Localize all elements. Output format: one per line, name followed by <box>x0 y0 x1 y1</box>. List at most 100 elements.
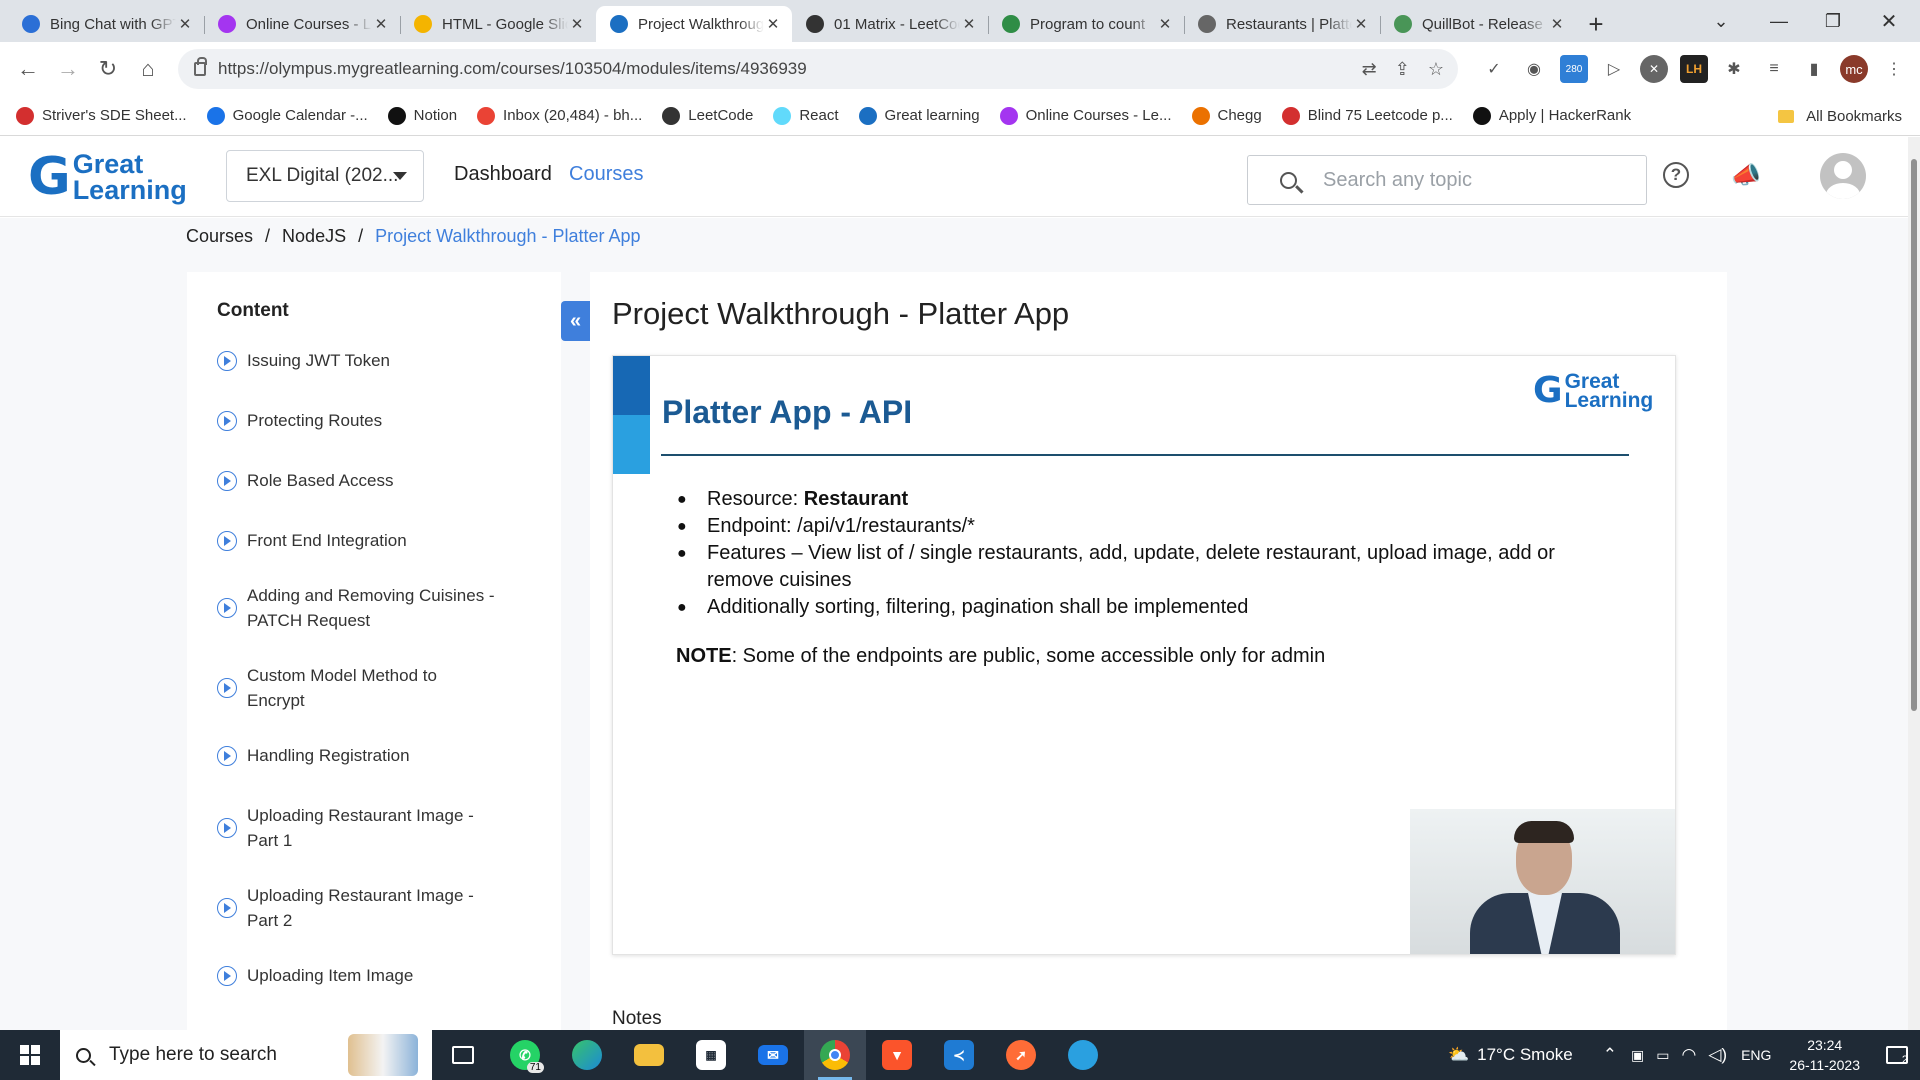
wifi-icon[interactable]: ◠ <box>1681 1045 1696 1065</box>
whatsapp-app[interactable]: ✆ 71 <box>494 1030 556 1080</box>
translate-icon[interactable]: ⇄ <box>1362 59 1377 80</box>
new-tab-button[interactable]: + <box>1576 6 1616 42</box>
close-tab-icon[interactable]: ✕ <box>1156 15 1174 33</box>
topic-search-input[interactable]: Search any topic <box>1247 155 1647 205</box>
address-bar[interactable]: https://olympus.mygreatlearning.com/cour… <box>178 49 1458 89</box>
content-list-item[interactable]: Uploading Item Image <box>217 963 537 988</box>
nav-dashboard[interactable]: Dashboard <box>454 163 552 186</box>
taskbar-search-input[interactable]: Type here to search <box>60 1030 432 1080</box>
weather-icon[interactable]: ⛅ <box>1448 1045 1469 1065</box>
edge-app[interactable] <box>556 1030 618 1080</box>
postman-app[interactable]: ➚ <box>990 1030 1052 1080</box>
close-tab-icon[interactable]: ✕ <box>1352 15 1370 33</box>
close-tab-icon[interactable]: ✕ <box>764 15 782 33</box>
close-window-button[interactable]: ✕ <box>1866 0 1912 42</box>
reload-icon[interactable]: ↻ <box>88 49 128 89</box>
browser-tab[interactable]: Online Courses - Learn✕ <box>204 6 400 42</box>
close-tab-icon[interactable]: ✕ <box>372 15 390 33</box>
counter-extension-icon[interactable]: 280 <box>1560 55 1588 83</box>
announcement-megaphone-icon[interactable]: 📣 <box>1730 159 1762 191</box>
browser-tab[interactable]: HTML - Google Slides✕ <box>400 6 596 42</box>
tab-search-icon[interactable]: ⌄ <box>1698 0 1744 42</box>
bookmark-item[interactable]: Inbox (20,484) - bh... <box>477 106 642 125</box>
chevron-up-icon[interactable]: ⌃ <box>1603 1045 1617 1065</box>
bookmark-item[interactable]: Online Courses - Le... <box>999 106 1172 125</box>
close-tab-icon[interactable]: ✕ <box>568 15 586 33</box>
task-view-button[interactable] <box>432 1030 494 1080</box>
bookmark-item[interactable]: Blind 75 Leetcode p... <box>1281 106 1453 125</box>
content-list-item[interactable]: Adding and Removing Cuisines - PATCH Req… <box>217 583 537 633</box>
extensions-puzzle-icon[interactable]: ✱ <box>1720 55 1748 83</box>
browser-tab[interactable]: QuillBot - Release ✕ <box>1380 6 1576 42</box>
reading-list-icon[interactable]: ≡ <box>1760 55 1788 83</box>
weather-text[interactable]: 17°C Smoke <box>1477 1045 1573 1065</box>
browser-tab[interactable]: 01 Matrix - LeetCode✕ <box>792 6 988 42</box>
bookmark-item[interactable]: Notion <box>387 106 457 125</box>
bookmark-item[interactable]: LeetCode <box>662 106 753 125</box>
content-list-item[interactable]: Issuing JWT Token <box>217 348 537 373</box>
start-button[interactable] <box>0 1030 60 1080</box>
menu-kebab-icon[interactable]: ⋮ <box>1880 55 1908 83</box>
scrollbar-thumb[interactable] <box>1911 159 1917 711</box>
content-list-item[interactable]: Handling Registration <box>217 743 537 768</box>
camera-extension-icon[interactable]: ◉ <box>1520 55 1548 83</box>
language-indicator[interactable]: ENG <box>1741 1047 1771 1063</box>
content-list-item[interactable]: Uploading Restaurant Image - Part 2 <box>217 883 537 933</box>
breadcrumb-courses[interactable]: Courses <box>186 226 253 247</box>
volume-icon[interactable]: ◁) <box>1708 1045 1727 1065</box>
bookmark-item[interactable]: Google Calendar -... <box>206 106 368 125</box>
great-learning-logo[interactable]: G Great Learning <box>28 149 187 205</box>
home-icon[interactable]: ⌂ <box>128 49 168 89</box>
play-extension-icon[interactable]: ▷ <box>1600 55 1628 83</box>
share-icon[interactable]: ⇪ <box>1395 59 1410 80</box>
collapse-sidebar-button[interactable]: « <box>561 301 590 341</box>
bookmark-item[interactable]: Apply | HackerRank <box>1472 106 1631 125</box>
url-text[interactable]: https://olympus.mygreatlearning.com/cour… <box>218 59 807 79</box>
chrome-app[interactable] <box>804 1030 866 1080</box>
nav-courses[interactable]: Courses <box>569 163 643 186</box>
clock[interactable]: 23:24 26-11-2023 <box>1789 1035 1860 1075</box>
bookmark-star-icon[interactable]: ☆ <box>1428 59 1444 80</box>
close-tab-icon[interactable]: ✕ <box>1548 15 1566 33</box>
meet-icon[interactable]: ▣ <box>1631 1047 1644 1064</box>
bookmark-item[interactable]: Striver's SDE Sheet... <box>16 106 187 125</box>
bookmark-item[interactable]: React <box>773 106 839 125</box>
cohort-dropdown[interactable]: EXL Digital (202... <box>226 150 424 202</box>
help-icon[interactable]: ? <box>1663 162 1689 188</box>
bookmark-item[interactable]: Great learning <box>858 106 980 125</box>
browser-tab[interactable]: Project Walkthrough ✕ <box>596 6 792 42</box>
profile-avatar[interactable]: mc <box>1840 55 1868 83</box>
lh-extension-icon[interactable]: LH <box>1680 55 1708 83</box>
close-tab-icon[interactable]: ✕ <box>176 15 194 33</box>
breadcrumb-nodejs[interactable]: NodeJS <box>282 226 346 247</box>
x-extension-icon[interactable]: ✕ <box>1640 55 1668 83</box>
windows-logo-icon <box>20 1045 40 1065</box>
store-app[interactable]: ▦ <box>680 1030 742 1080</box>
bookmark-item[interactable]: Chegg <box>1191 106 1262 125</box>
content-list-item[interactable]: Protecting Routes <box>217 408 537 433</box>
video-player[interactable]: Platter App - API G GreatLearning Resour… <box>612 355 1676 955</box>
vscode-app[interactable]: ≺ <box>928 1030 990 1080</box>
minimize-button[interactable]: — <box>1756 0 1802 42</box>
forward-icon[interactable]: → <box>48 49 88 89</box>
user-avatar[interactable] <box>1820 153 1866 199</box>
mail-app[interactable]: ✉ <box>742 1030 804 1080</box>
battery-icon[interactable]: ▭ <box>1656 1047 1669 1064</box>
browser-tab[interactable]: Bing Chat with GPT-4✕ <box>8 6 204 42</box>
content-list-item[interactable]: Front End Integration <box>217 528 537 553</box>
maximize-button[interactable]: ❐ <box>1810 0 1856 42</box>
content-list-item[interactable]: Role Based Access <box>217 468 537 493</box>
browser-tab[interactable]: Program to count ✕ <box>988 6 1184 42</box>
checkmark-extension-icon[interactable]: ✓ <box>1480 55 1508 83</box>
side-panel-icon[interactable]: ▮ <box>1800 55 1828 83</box>
content-list-item[interactable]: Custom Model Method to Encrypt <box>217 663 537 713</box>
brave-app[interactable]: ▼ <box>866 1030 928 1080</box>
close-tab-icon[interactable]: ✕ <box>960 15 978 33</box>
page-scrollbar[interactable] <box>1908 137 1920 1030</box>
content-list-item[interactable]: Uploading Restaurant Image - Part 1 <box>217 803 537 853</box>
file-explorer-app[interactable] <box>618 1030 680 1080</box>
all-bookmarks-button[interactable]: All Bookmarks <box>1778 96 1902 136</box>
edge-dev-app[interactable] <box>1052 1030 1114 1080</box>
back-icon[interactable]: ← <box>8 49 48 89</box>
browser-tab[interactable]: Restaurants | Platter ✕ <box>1184 6 1380 42</box>
